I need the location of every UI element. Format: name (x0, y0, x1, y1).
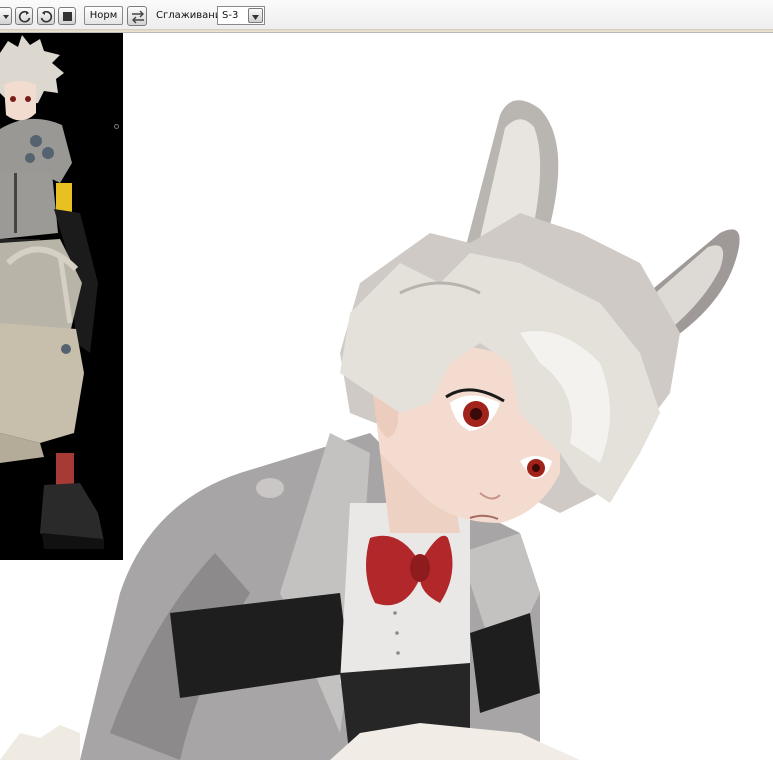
flip-button[interactable] (127, 6, 147, 26)
smoothing-value: S-3 (222, 10, 239, 21)
chevron-down-icon (3, 15, 9, 19)
normal-button[interactable]: Норм (84, 6, 123, 25)
rotate-left-icon (18, 10, 31, 23)
rotate-right-button[interactable] (37, 7, 55, 25)
rotate-right-icon (40, 10, 53, 23)
stop-button[interactable] (58, 7, 76, 25)
dropdown-button[interactable] (0, 7, 12, 25)
toolbar-divider (0, 29, 773, 32)
smoothing-select[interactable]: S-3 (217, 6, 265, 25)
drawing-canvas[interactable] (0, 33, 773, 760)
smoothing-dropdown-arrow[interactable] (248, 8, 263, 23)
flip-icon (132, 10, 144, 24)
character-illustration (0, 100, 740, 760)
chevron-down-icon (252, 15, 259, 20)
rotate-left-button[interactable] (15, 7, 33, 25)
square-icon (63, 12, 72, 21)
toolbar: Норм Сглаживание S-3 (0, 0, 773, 33)
